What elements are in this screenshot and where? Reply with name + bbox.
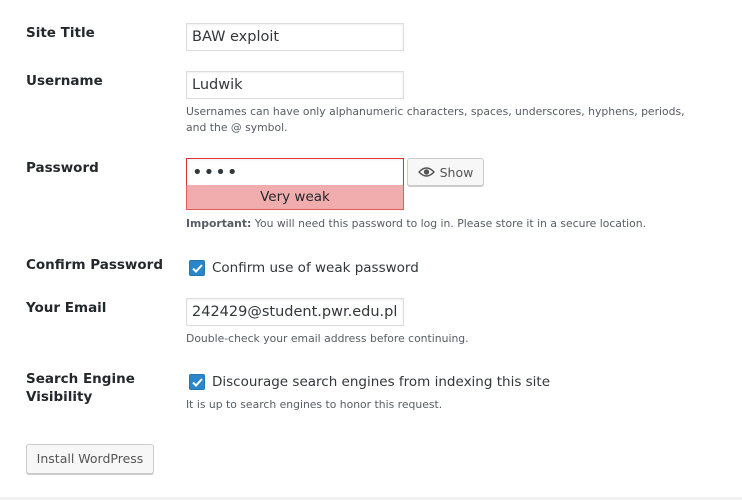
confirm-weak-password-checkbox[interactable] xyxy=(189,260,205,276)
discourage-search-engines-checkbox[interactable] xyxy=(189,374,205,390)
search-engine-label-line2: Visibility xyxy=(26,389,93,405)
confirm-weak-password-row[interactable]: Confirm use of weak password xyxy=(189,259,419,277)
search-engine-description: It is up to search engines to honor this… xyxy=(186,398,443,411)
discourage-search-engines-label: Discourage search engines from indexing … xyxy=(212,374,551,390)
show-password-label: Show xyxy=(439,164,474,180)
search-engine-visibility-label: Search Engine Visibility xyxy=(26,370,135,406)
site-title-label: Site Title xyxy=(26,25,95,41)
password-strength-indicator: Very weak xyxy=(186,185,404,210)
search-engine-label-line1: Search Engine xyxy=(26,371,135,387)
setup-form-panel: Site Title Username Usernames can have o… xyxy=(0,0,742,497)
confirm-password-label: Confirm Password xyxy=(26,257,164,273)
install-wordpress-button[interactable]: Install WordPress xyxy=(26,444,154,474)
checkmark-icon xyxy=(191,377,203,387)
username-label: Username xyxy=(26,73,103,89)
eye-icon xyxy=(417,166,435,178)
password-note-text: You will need this password to log in. P… xyxy=(254,217,646,230)
password-important-note: Important: You will need this password t… xyxy=(186,216,706,232)
email-input[interactable] xyxy=(186,298,404,326)
email-description: Double-check your email address before c… xyxy=(186,332,469,345)
username-input[interactable] xyxy=(186,71,404,99)
site-title-input[interactable] xyxy=(186,23,404,51)
checkmark-icon xyxy=(191,263,203,273)
show-password-button[interactable]: Show xyxy=(407,158,484,186)
password-input[interactable] xyxy=(186,158,404,186)
discourage-search-engines-row[interactable]: Discourage search engines from indexing … xyxy=(189,373,550,391)
confirm-weak-password-label: Confirm use of weak password xyxy=(212,260,419,276)
password-note-strong: Important: xyxy=(186,217,252,230)
password-label: Password xyxy=(26,160,99,176)
username-description: Usernames can have only alphanumeric cha… xyxy=(186,105,685,134)
email-label: Your Email xyxy=(26,300,107,316)
